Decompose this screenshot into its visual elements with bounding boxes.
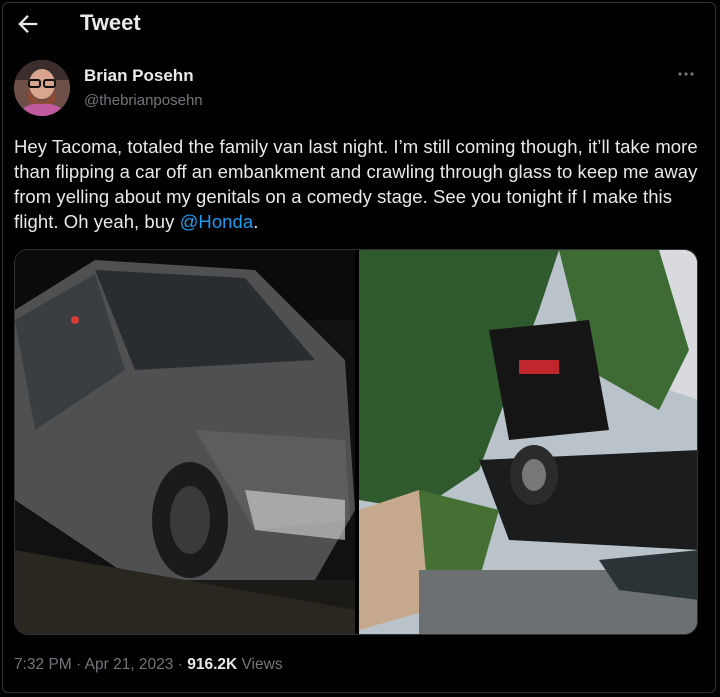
tweet-text-body: Hey Tacoma, totaled the family van last …	[14, 136, 698, 232]
tweet-author: Brian Posehn @thebrianposehn	[14, 58, 704, 122]
mention-link[interactable]: @Honda	[180, 211, 254, 232]
tweet-media	[14, 249, 698, 635]
tweet-header: Tweet	[0, 0, 720, 48]
photo-damaged-van[interactable]	[15, 250, 355, 635]
avatar-image	[14, 60, 70, 116]
page-title: Tweet	[80, 10, 141, 35]
arrow-left-icon[interactable]	[14, 10, 42, 38]
tweet-text: Hey Tacoma, totaled the family van last …	[14, 134, 704, 234]
author-display-name[interactable]: Brian Posehn	[84, 66, 194, 86]
tweet-text-end: .	[253, 211, 259, 232]
author-handle[interactable]: @thebrianposehn	[84, 92, 203, 109]
more-horizontal-icon[interactable]	[672, 64, 700, 84]
views-label: Views	[241, 656, 283, 673]
avatar[interactable]	[14, 60, 70, 116]
meta-separator: ·	[71, 656, 85, 673]
meta-separator-2: ·	[173, 656, 188, 673]
views-count: 916.2K	[187, 656, 238, 673]
photo-overturned-van[interactable]	[359, 250, 698, 635]
tweet-meta: 7:32 PM · Apr 21, 2023 · 916.2K Views	[14, 656, 283, 674]
tweet-date[interactable]: Apr 21, 2023	[85, 656, 174, 673]
tweet-time[interactable]: 7:32 PM	[14, 656, 72, 673]
